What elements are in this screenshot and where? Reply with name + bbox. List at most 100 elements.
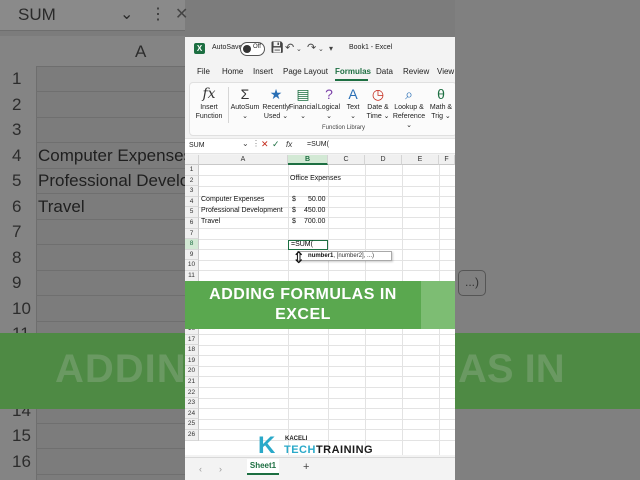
select-all-corner[interactable] (185, 155, 199, 165)
function-library-label: Function Library (322, 125, 366, 131)
column-header-a[interactable]: A (199, 155, 288, 165)
autosave-label: AutoSave (212, 44, 243, 51)
row-header-17[interactable]: 17 (185, 334, 199, 346)
math-icon: θ (437, 86, 445, 102)
document-title: Book1 - Excel (349, 44, 393, 51)
row-header-4[interactable]: 4 (185, 196, 199, 208)
cell-b4[interactable]: 50.00 (308, 196, 326, 203)
column-header-b[interactable]: B (288, 155, 328, 165)
save-icon[interactable]: 💾︎ (270, 41, 284, 54)
recently-used-button[interactable]: ★ Recently Used ⌄ (261, 85, 291, 121)
tab-home[interactable]: Home (222, 67, 243, 76)
chevron-down-icon[interactable]: ⌄ (242, 139, 249, 148)
gridline (199, 185, 455, 187)
row-header-8[interactable]: 8 (185, 239, 199, 250)
row-header-10[interactable]: 10 (185, 260, 199, 271)
logical-button[interactable]: ? Logical ⌄ (316, 85, 342, 121)
sigma-icon: Σ (240, 86, 250, 102)
row-header-18[interactable]: 18 (185, 345, 199, 356)
formula-input[interactable]: =SUM( (307, 141, 329, 148)
column-header-f[interactable]: F (439, 155, 455, 165)
column-header-e[interactable]: E (402, 155, 439, 165)
column-header-c[interactable]: C (328, 155, 365, 165)
lookup-reference-button[interactable]: ⌕ Lookup & Reference ⌄ (391, 85, 427, 130)
tab-file[interactable]: File (197, 67, 210, 76)
ribbon-separator (228, 87, 229, 123)
cell-b5[interactable]: 450.00 (304, 207, 325, 214)
customize-qat-icon[interactable]: ▾ (329, 44, 333, 53)
gridline (199, 334, 455, 335)
insert-function-icon[interactable]: fx (286, 140, 292, 149)
row-header-24[interactable]: 24 (185, 408, 199, 420)
tab-data[interactable]: Data (376, 67, 393, 76)
logo-main-text: TECHTRAINING (284, 444, 373, 456)
cancel-icon[interactable]: ✕ (261, 139, 269, 150)
recently-used-label: Recently (262, 104, 290, 111)
row-header-25[interactable]: 25 (185, 419, 199, 430)
function-tooltip[interactable]: number1, [number2], ...) (297, 251, 392, 261)
bg-gridline (36, 295, 186, 296)
math-trig-button[interactable]: θ Math & Trig ⌄ (427, 85, 455, 121)
redo-dropdown-icon[interactable]: ⌄ (318, 45, 324, 53)
chevron-down-icon: ⌄ (120, 6, 134, 23)
text-button[interactable]: A Text ⌄ (343, 85, 363, 121)
bg-namebox-text: SUM (18, 5, 56, 24)
row-header-22[interactable]: 22 (185, 387, 199, 399)
logo-top-text: KACELI (285, 436, 308, 442)
cell-b4-currency: $ (292, 196, 296, 203)
row-header-9[interactable]: 9 (185, 249, 199, 261)
bg-cell-a5: Professional Develo (38, 171, 190, 190)
bg-gridline (36, 244, 186, 245)
name-box[interactable]: SUM (189, 140, 243, 151)
row-header-5[interactable]: 5 (185, 207, 199, 218)
row-header-1[interactable]: 1 (185, 165, 199, 176)
row-header-2[interactable]: 2 (185, 175, 199, 187)
tab-page-layout[interactable]: Page Layout (283, 67, 328, 76)
more-icon: ⋮ (150, 6, 166, 23)
redo-icon[interactable]: ↷ (307, 41, 316, 54)
column-header-d[interactable]: D (365, 155, 402, 165)
autosum-button[interactable]: Σ AutoSum ⌄ (230, 85, 260, 121)
financial-button[interactable]: ▤ Financial ⌄ (289, 85, 317, 121)
row-header-11[interactable]: 11 (185, 271, 199, 282)
add-sheet-button[interactable]: + (303, 461, 309, 473)
row-header-26[interactable]: 26 (185, 430, 199, 441)
row-header-6[interactable]: 6 (185, 218, 199, 229)
logo-training: TRAINING (315, 444, 374, 456)
tab-view[interactable]: View (437, 67, 454, 76)
row-header-19[interactable]: 19 (185, 355, 199, 367)
sheet-tab-sheet1[interactable]: Sheet1 (247, 459, 279, 475)
date-time-button[interactable]: ◷ Date & Time ⌄ (365, 85, 391, 121)
tab-formulas[interactable]: Formulas (335, 67, 371, 76)
row-header-20[interactable]: 20 (185, 366, 199, 377)
tab-review[interactable]: Review (403, 67, 429, 76)
banner-edge (421, 281, 455, 329)
bg-column-header (0, 36, 185, 67)
undo-dropdown-icon[interactable]: ⌄ (296, 45, 302, 53)
bg-gridline (36, 116, 186, 118)
cell-a5[interactable]: Professional Development (201, 207, 283, 214)
cell-a4[interactable]: Computer Expenses (201, 196, 264, 203)
row-header-3[interactable]: 3 (185, 186, 199, 197)
cell-b6[interactable]: 700.00 (304, 218, 325, 225)
tab-insert[interactable]: Insert (253, 67, 273, 76)
enter-icon[interactable]: ✓ (272, 139, 280, 150)
autosave-toggle[interactable]: Off (240, 42, 265, 56)
lookup-label: Lookup & (394, 104, 424, 111)
ribbon-formulas: fx Insert Function Σ AutoSum ⌄ ★ Recentl… (189, 82, 455, 136)
bg-row-number: 3 (12, 120, 22, 139)
insert-function-button[interactable]: fx Insert Function (192, 85, 226, 121)
bg-gridline (36, 448, 186, 449)
row-header-21[interactable]: 21 (185, 377, 199, 388)
bg-banner-right-text: AS IN (458, 347, 565, 391)
math-trig-label: Math & (429, 104, 453, 111)
row-header-7[interactable]: 7 (185, 228, 199, 240)
row-header-23[interactable]: 23 (185, 398, 199, 409)
cell-a6[interactable]: Travel (201, 218, 220, 225)
logo-tech: TECH (284, 444, 316, 456)
cell-b2-title[interactable]: Office Expenses (290, 175, 341, 182)
prev-sheet-icon[interactable]: ‹ (199, 464, 202, 474)
undo-icon[interactable]: ↶ (285, 41, 294, 54)
clock-icon: ◷ (371, 86, 385, 102)
next-sheet-icon[interactable]: › (219, 464, 222, 474)
